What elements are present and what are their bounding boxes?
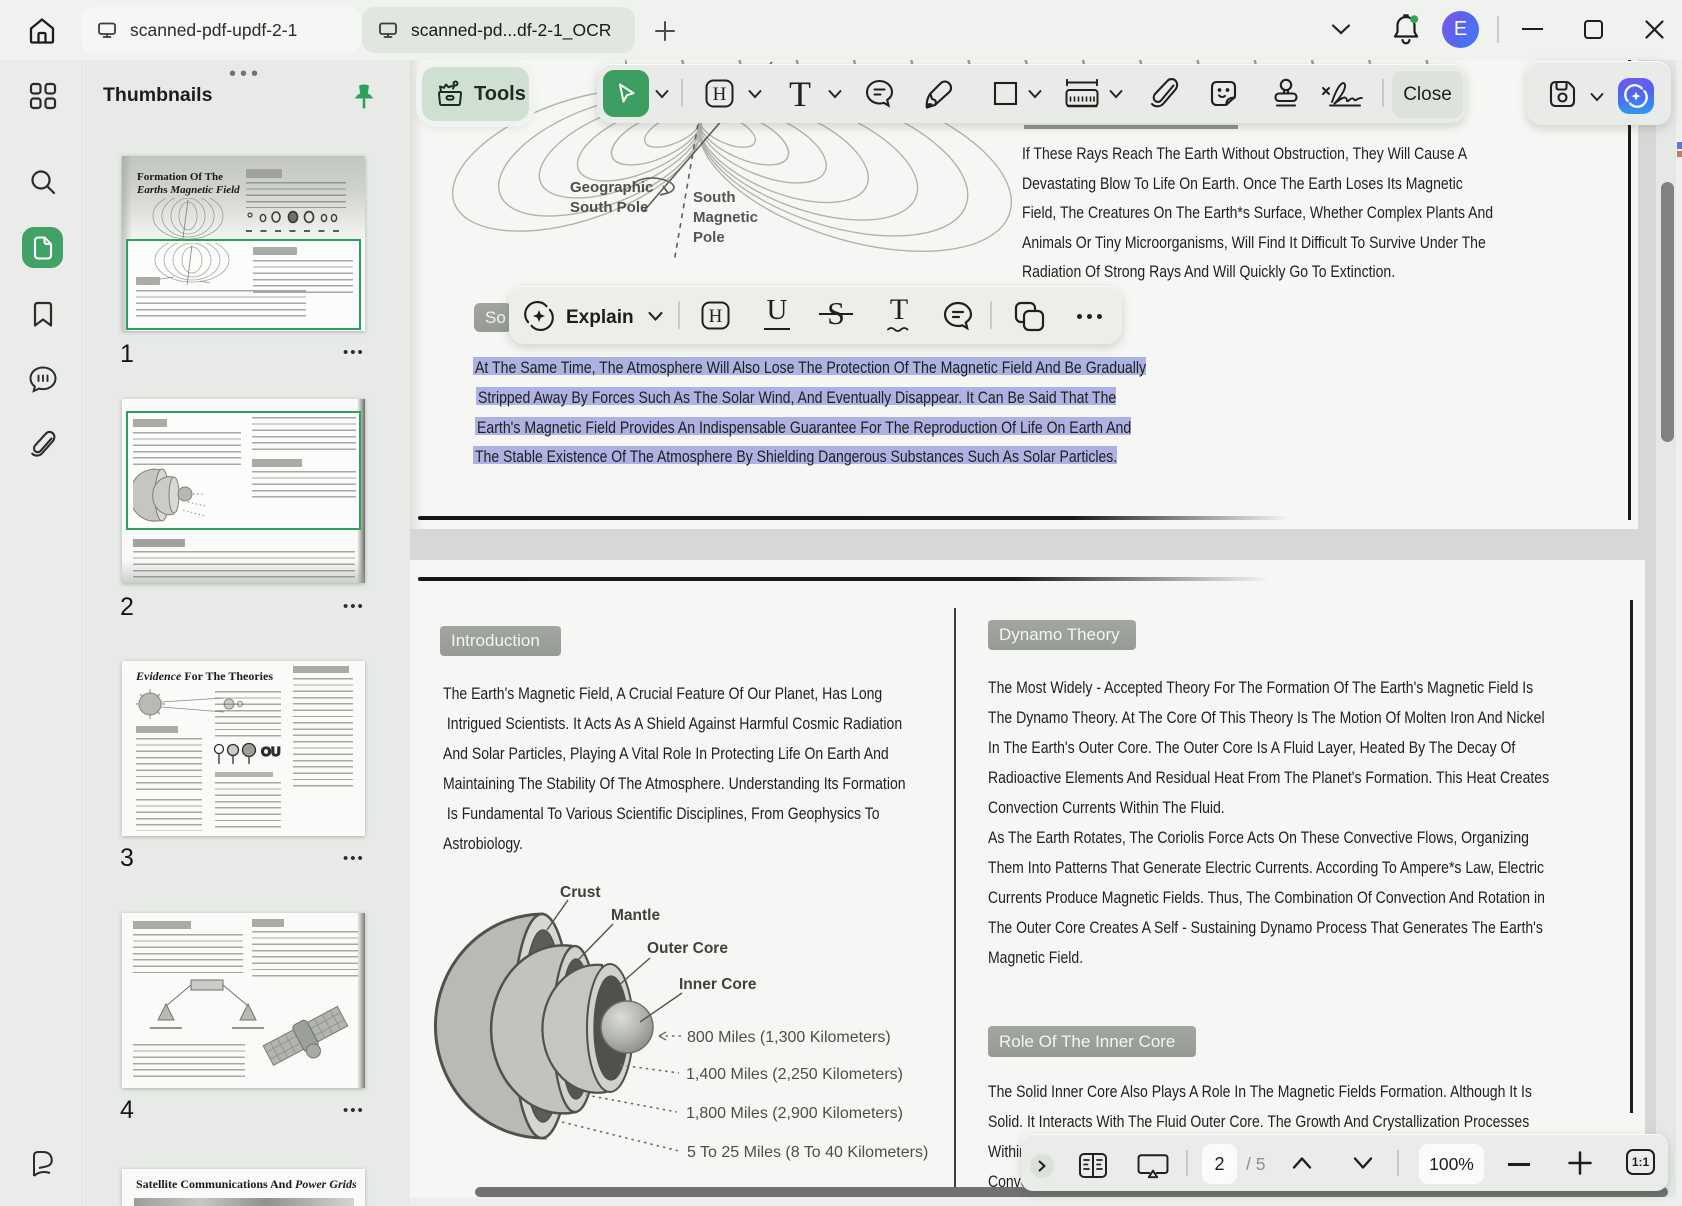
svg-text:Mantle: Mantle [611, 907, 660, 924]
svg-text:South: South [693, 189, 736, 206]
svg-text:H: H [709, 306, 723, 327]
svg-text:Inner Core: Inner Core [679, 976, 757, 993]
svg-text:Geographic: Geographic [570, 179, 653, 196]
svg-text:1,800 Miles (2,900 Kilometers): 1,800 Miles (2,900 Kilometers) [686, 1105, 903, 1122]
svg-text:1,400 Miles (2,250 Kilometers): 1,400 Miles (2,250 Kilometers) [686, 1066, 903, 1083]
svg-text:OU: OU [261, 744, 281, 759]
svg-text:Pole: Pole [693, 229, 725, 246]
svg-text:South Pole: South Pole [570, 199, 648, 216]
svg-text:Magnetic: Magnetic [693, 209, 758, 226]
svg-text:Crust: Crust [560, 884, 600, 901]
svg-text:H: H [713, 84, 727, 105]
svg-text:Outer Core: Outer Core [647, 940, 728, 957]
svg-text:800 Miles (1,300 Kilometers): 800 Miles (1,300 Kilometers) [687, 1029, 891, 1046]
svg-text:5 To 25 Miles (8 To 40 Kilomet: 5 To 25 Miles (8 To 40 Kilometers) [687, 1144, 928, 1161]
